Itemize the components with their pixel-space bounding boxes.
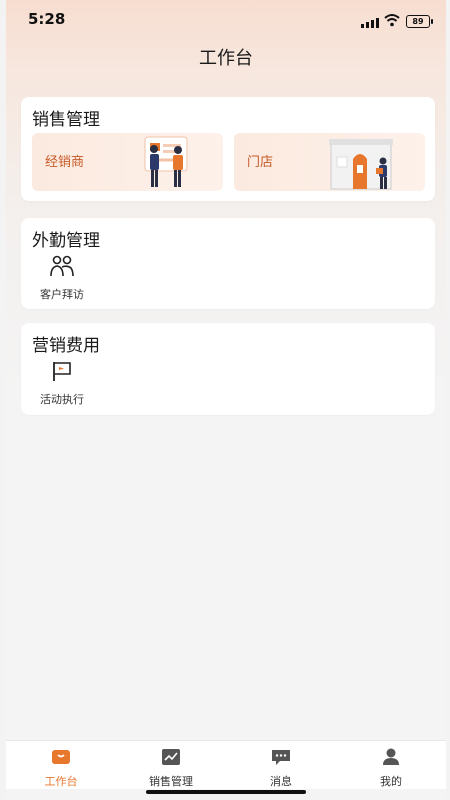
status-bar: 5:28 89 bbox=[6, 0, 446, 36]
customer-visit-button[interactable]: 客户拜访 bbox=[32, 254, 92, 302]
sales-management-card: 销售管理 经销商 门店 bbox=[21, 97, 435, 201]
status-time: 5:28 bbox=[28, 10, 66, 28]
field-management-title: 外勤管理 bbox=[32, 231, 100, 251]
app-screen: 5:28 89 工作台 销售管理 经销商 门店 外勤管理 客户拜访 营销费用 活… bbox=[6, 0, 446, 800]
customer-visit-label: 客户拜访 bbox=[40, 288, 84, 301]
bottom-tab-bar: 工作台 销售管理 消息 我的 bbox=[6, 740, 446, 789]
battery-icon: 89 bbox=[406, 15, 433, 28]
page-title: 工作台 bbox=[199, 48, 253, 69]
activity-execution-button[interactable]: 活动执行 bbox=[32, 359, 92, 407]
signal-icon bbox=[361, 18, 379, 28]
tab-profile[interactable]: 我的 bbox=[336, 741, 446, 789]
profile-icon bbox=[383, 748, 399, 765]
wifi-icon bbox=[384, 14, 400, 27]
marketing-expense-title: 营销费用 bbox=[32, 336, 100, 356]
sales-management-title: 销售管理 bbox=[32, 110, 100, 130]
flag-icon bbox=[53, 362, 71, 381]
message-icon bbox=[272, 750, 290, 765]
home-indicator bbox=[146, 790, 306, 794]
field-management-card: 外勤管理 客户拜访 bbox=[21, 218, 435, 309]
tab-sales-management[interactable]: 销售管理 bbox=[116, 741, 226, 789]
tab-workbench-label: 工作台 bbox=[44, 775, 78, 788]
tab-messages[interactable]: 消息 bbox=[226, 741, 336, 789]
tab-sales-management-label: 销售管理 bbox=[149, 775, 193, 788]
dealer-tile[interactable]: 经销商 bbox=[32, 133, 223, 191]
people-icon bbox=[50, 255, 74, 277]
tab-profile-label: 我的 bbox=[380, 775, 402, 788]
tab-workbench[interactable]: 工作台 bbox=[6, 741, 116, 789]
handshake-illustration-icon bbox=[144, 136, 188, 187]
workbench-icon bbox=[52, 750, 70, 764]
chart-icon bbox=[162, 749, 180, 765]
store-label: 门店 bbox=[247, 155, 274, 170]
store-tile[interactable]: 门店 bbox=[234, 133, 425, 191]
marketing-expense-card: 营销费用 活动执行 bbox=[21, 323, 435, 415]
activity-execution-label: 活动执行 bbox=[40, 393, 84, 406]
dealer-label: 经销商 bbox=[45, 155, 85, 170]
storefront-illustration-icon bbox=[329, 139, 393, 190]
tab-messages-label: 消息 bbox=[270, 775, 292, 788]
